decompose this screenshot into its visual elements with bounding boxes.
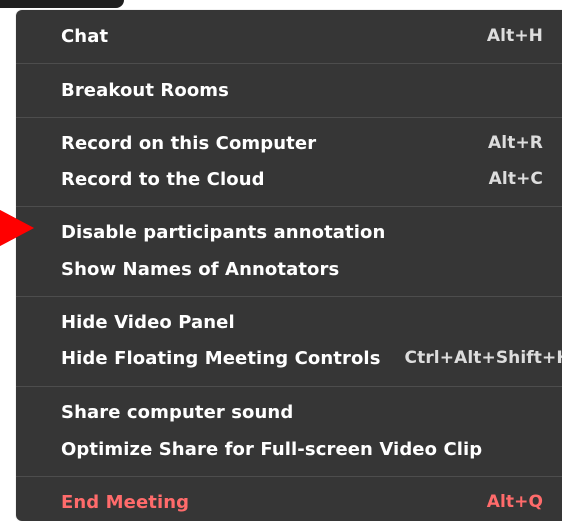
menu-item-shortcut: Alt+Q [486,492,543,512]
menu-item-label: Optimize Share for Full-screen Video Cli… [61,438,483,460]
menu-item-label: Record to the Cloud [61,168,265,190]
menu-separator [16,296,562,297]
menu-item-show-names-of-annotators[interactable]: Show Names of Annotators [61,252,543,286]
menu-item-hide-video-panel[interactable]: Hide Video Panel [61,305,543,339]
menu-separator [16,117,562,118]
menu-item-shortcut: Alt+C [488,169,543,189]
menu-item-hide-floating-meeting-controls[interactable]: Hide Floating Meeting Controls Ctrl+Alt+… [61,341,562,375]
menu-item-record-on-computer[interactable]: Record on this Computer Alt+R [61,126,543,160]
menu-item-label: Hide Video Panel [61,311,235,333]
menu-item-label: Breakout Rooms [61,79,229,101]
screenshot-canvas: V D Chat Alt+H Breakout Rooms Record on … [0,0,562,521]
menu-separator [16,63,562,64]
background-chip [0,0,124,8]
menu-item-label: Disable participants annotation [61,221,386,243]
menu-separator [16,206,562,207]
meeting-more-menu: Chat Alt+H Breakout Rooms Record on this… [16,10,562,521]
menu-item-chat[interactable]: Chat Alt+H [61,19,543,53]
menu-item-label: Chat [61,25,109,47]
menu-item-label: Hide Floating Meeting Controls [61,347,381,369]
menu-item-breakout-rooms[interactable]: Breakout Rooms [61,73,543,107]
menu-item-end-meeting[interactable]: End Meeting Alt+Q [61,485,543,519]
menu-item-shortcut: Alt+R [488,133,543,153]
menu-item-disable-participants-annotation[interactable]: Disable participants annotation [61,215,543,249]
menu-item-label: End Meeting [61,491,190,513]
menu-item-record-to-cloud[interactable]: Record to the Cloud Alt+C [61,162,543,196]
menu-item-label: Share computer sound [61,401,294,423]
menu-item-share-computer-sound[interactable]: Share computer sound [61,395,543,429]
menu-separator [16,476,562,477]
menu-item-shortcut: Alt+H [486,26,543,46]
menu-item-label: Record on this Computer [61,132,317,154]
red-arrow-icon [0,210,34,246]
menu-separator [16,386,562,387]
menu-item-shortcut: Ctrl+Alt+Shift+H [404,348,562,368]
menu-item-label: Show Names of Annotators [61,258,340,280]
menu-item-optimize-share-video-clip[interactable]: Optimize Share for Full-screen Video Cli… [61,432,543,466]
